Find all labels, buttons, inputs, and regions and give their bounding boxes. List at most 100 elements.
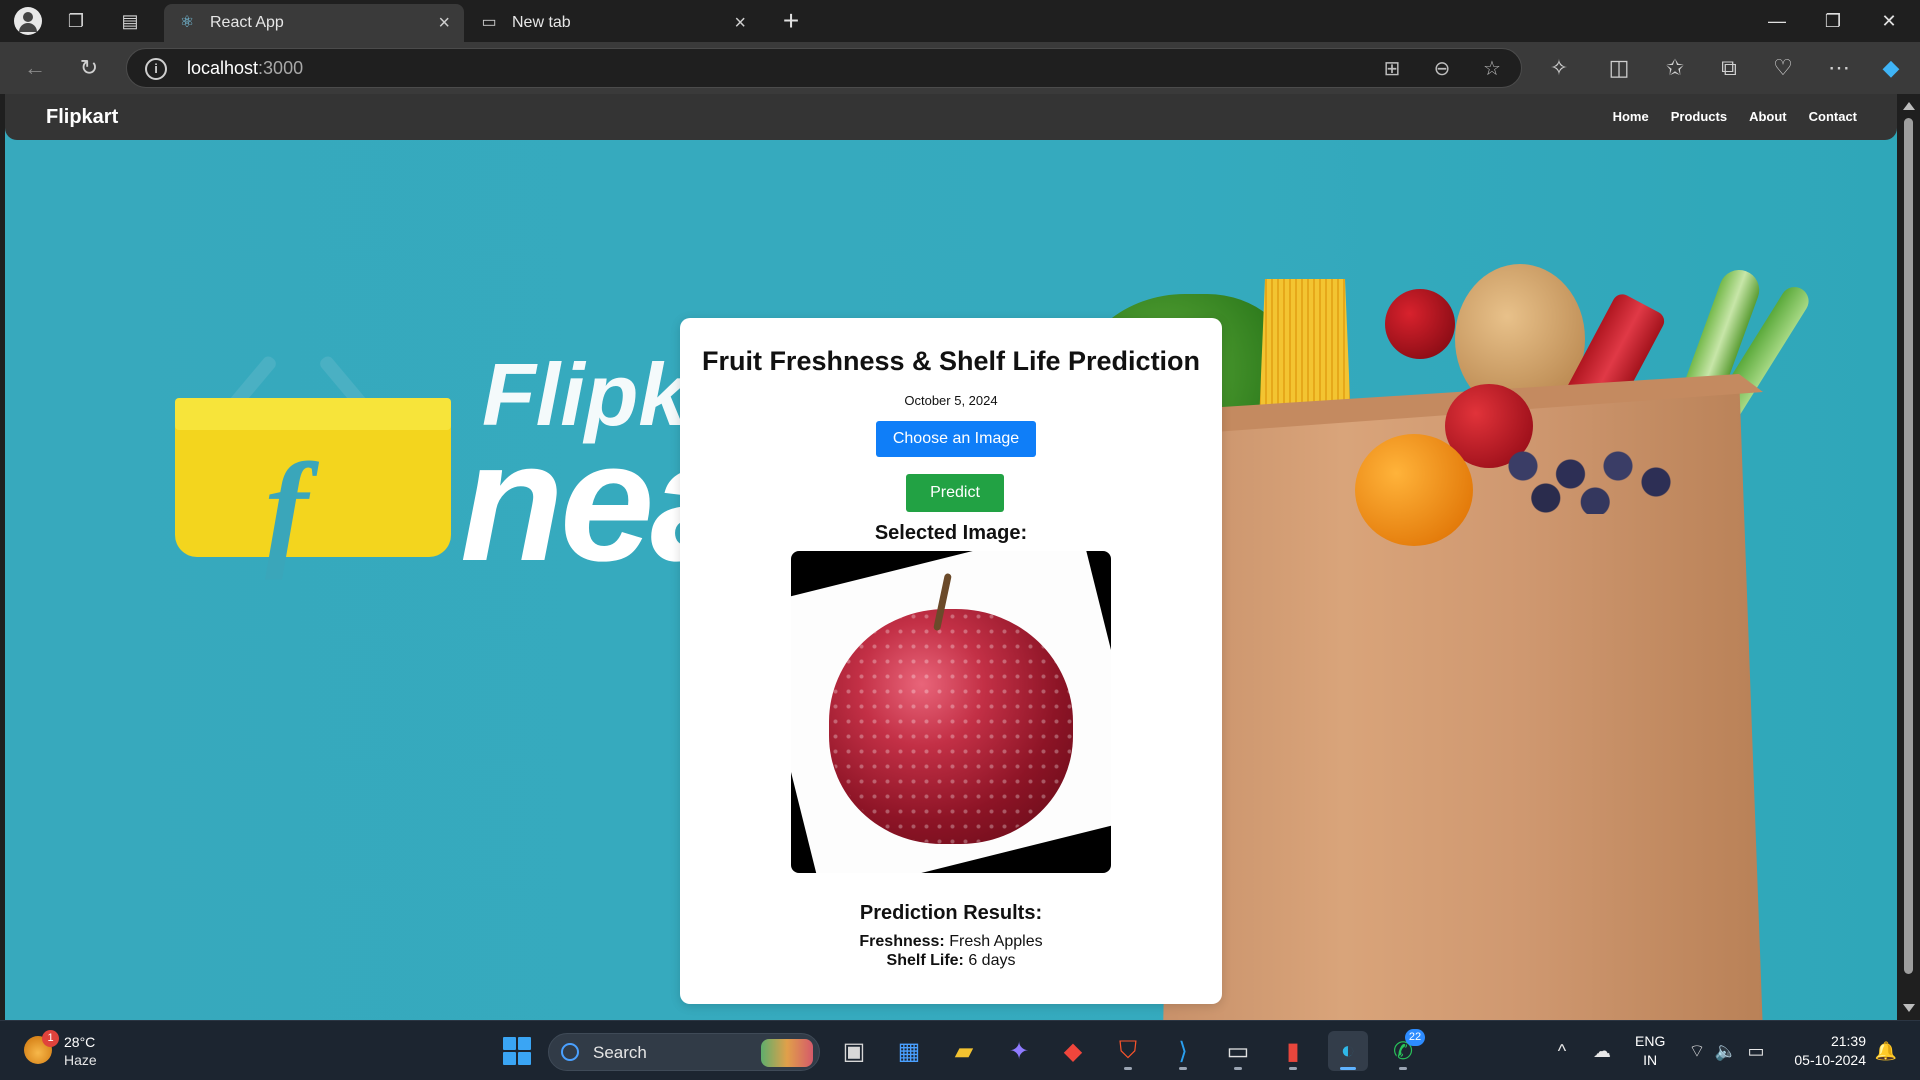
office-app-icon[interactable]: ▮ <box>1273 1031 1313 1071</box>
taskbar-search[interactable]: Search <box>548 1033 820 1071</box>
react-icon: ⚛ <box>179 14 195 31</box>
clock-time: 21:39 <box>1830 1033 1866 1049</box>
water-droplets <box>829 609 1073 844</box>
tab-react-app[interactable]: ⚛ React App × <box>164 4 464 42</box>
choose-image-button[interactable]: Choose an Image <box>876 421 1036 457</box>
running-indicator <box>1289 1067 1297 1070</box>
freshness-result: Freshness: Fresh Apples <box>680 933 1222 951</box>
app-available-icon[interactable]: ⊞ <box>1379 57 1405 81</box>
app-red-diamond-icon[interactable]: ◆ <box>1053 1031 1093 1071</box>
nav-link-about[interactable]: About <box>1749 109 1787 124</box>
terminal-icon[interactable]: ▭ <box>1218 1031 1258 1071</box>
wifi-icon[interactable]: ⌔ <box>1685 1039 1709 1063</box>
tab-strip: ❐ ▤ ⚛ React App × ▭ New tab × + — ❐ ✕ <box>0 0 1920 42</box>
edge-browser-icon[interactable]: ◐ <box>1328 1031 1368 1071</box>
selected-image-preview <box>791 551 1111 873</box>
system-clock[interactable]: 21:39 05-10-2024 <box>1786 1032 1866 1070</box>
windows-start-icon <box>503 1037 531 1065</box>
nav-link-home[interactable]: Home <box>1613 109 1649 124</box>
workspaces-icon[interactable]: ❐ <box>62 7 90 35</box>
favorites-icon[interactable]: ✩ <box>1660 53 1690 83</box>
url-port: :3000 <box>258 58 304 78</box>
grapes-image <box>1485 434 1675 514</box>
input-language[interactable]: ENG IN <box>1635 1032 1665 1070</box>
tab-title: React App <box>210 14 284 31</box>
orange-image <box>1355 434 1473 546</box>
shelf-life-result: Shelf Life: 6 days <box>680 952 1222 970</box>
zoom-out-icon[interactable]: ⊖ <box>1429 57 1455 81</box>
restore-icon[interactable]: ❐ <box>1810 6 1856 36</box>
predict-button[interactable]: Predict <box>906 474 1004 512</box>
weather-widget[interactable]: 1 28°C Haze <box>22 1030 142 1072</box>
search-label: Search <box>593 1043 647 1062</box>
basket-f-glyph: f <box>265 437 309 581</box>
nav-link-products[interactable]: Products <box>1671 109 1727 124</box>
site-info-icon[interactable]: i <box>145 58 167 80</box>
copilot-icon[interactable]: ◆ <box>1876 53 1906 83</box>
results-heading: Prediction Results: <box>859 902 1043 924</box>
copilot-app-icon[interactable]: ✦ <box>999 1031 1039 1071</box>
nav-link-contact[interactable]: Contact <box>1809 109 1857 124</box>
new-tab-button[interactable]: + <box>776 5 806 37</box>
start-button[interactable] <box>497 1031 537 1071</box>
more-menu-icon[interactable]: ⋯ <box>1824 53 1854 83</box>
current-date: October 5, 2024 <box>904 393 998 408</box>
collections-icon[interactable]: ⧉ <box>1714 53 1744 83</box>
tomato-image <box>1385 289 1455 359</box>
whatsapp-icon[interactable]: ✆ 22 <box>1383 1029 1425 1071</box>
close-tab-icon[interactable]: × <box>734 12 746 35</box>
profile-icon[interactable] <box>14 7 42 35</box>
running-indicator <box>1179 1067 1187 1070</box>
running-indicator <box>1340 1067 1356 1070</box>
back-icon[interactable]: ← <box>20 53 50 83</box>
search-icon <box>561 1043 579 1061</box>
refresh-icon[interactable]: ↻ <box>74 53 104 83</box>
basket-rim <box>175 398 451 430</box>
browser-essentials-icon[interactable]: ♡ <box>1768 53 1798 83</box>
battery-icon[interactable]: ▭ <box>1744 1039 1768 1063</box>
minimize-icon[interactable]: — <box>1754 6 1800 36</box>
weather-alert-badge: 1 <box>42 1030 59 1047</box>
freshness-value: Fresh Apples <box>949 933 1043 950</box>
scroll-thumb[interactable] <box>1904 118 1913 974</box>
browser-window: ❐ ▤ ⚛ React App × ▭ New tab × + — ❐ ✕ ← … <box>0 0 1920 1020</box>
page-scrollbar[interactable] <box>1897 94 1920 1020</box>
chevron-up-icon[interactable]: ^ <box>1550 1039 1574 1063</box>
file-explorer-icon[interactable]: ▰ <box>944 1031 984 1071</box>
notification-bell-icon[interactable]: 🔔 <box>1874 1039 1898 1063</box>
address-bar[interactable]: i localhost:3000 ⊞ ⊖ ☆ <box>126 48 1522 88</box>
prediction-card: Fruit Freshness & Shelf Life Prediction … <box>680 318 1222 1004</box>
page-title: Fruit Freshness & Shelf Life Prediction <box>701 346 1201 376</box>
app-nav-links: Home Products About Contact <box>1613 109 1857 124</box>
split-screen-icon[interactable]: ◫ <box>1604 53 1634 83</box>
scroll-down-icon[interactable] <box>1903 1004 1915 1012</box>
tab-new-tab[interactable]: ▭ New tab × <box>466 4 760 42</box>
url-host: localhost <box>187 58 259 78</box>
windows-taskbar: 1 28°C Haze Search ▣ ▦ ▰ ✦ ◆ ⛉ ⟩ ▭ ▮ ◐ ✆… <box>0 1020 1920 1080</box>
close-window-icon[interactable]: ✕ <box>1866 6 1912 36</box>
extensions-icon[interactable]: ✧ <box>1544 53 1574 83</box>
freshness-label: Freshness: <box>859 933 945 950</box>
whatsapp-unread-badge: 22 <box>1405 1029 1425 1046</box>
task-view-button[interactable]: ▣ <box>834 1031 874 1071</box>
weather-temperature: 28°C <box>64 1034 96 1050</box>
brave-browser-icon[interactable]: ⛉ <box>1108 1031 1148 1071</box>
selected-image-heading: Selected Image: <box>874 522 1028 544</box>
favorite-star-icon[interactable]: ☆ <box>1479 57 1505 81</box>
url-text[interactable]: localhost:3000 <box>187 58 303 79</box>
vscode-icon[interactable]: ⟩ <box>1163 1031 1203 1071</box>
tab-title: New tab <box>512 14 571 31</box>
close-tab-icon[interactable]: × <box>438 12 450 35</box>
app-navbar: Flipkart Home Products About Contact <box>5 94 1897 140</box>
shelf-life-label: Shelf Life: <box>886 952 964 969</box>
scroll-up-icon[interactable] <box>1903 102 1915 110</box>
vertical-tabs-icon[interactable]: ▤ <box>116 7 144 35</box>
app-brand[interactable]: Flipkart <box>46 106 118 129</box>
running-indicator <box>1124 1067 1132 1070</box>
onedrive-offline-icon[interactable]: ☁ <box>1590 1039 1614 1063</box>
volume-icon[interactable]: 🔈 <box>1714 1039 1738 1063</box>
search-highlight-art <box>761 1039 813 1067</box>
weather-condition: Haze <box>64 1052 97 1068</box>
microsoft-store-icon[interactable]: ▦ <box>889 1031 929 1071</box>
browser-toolbar: ← ↻ i localhost:3000 ⊞ ⊖ ☆ ✧ ◫ ✩ ⧉ ♡ ⋯ ◆ <box>0 42 1920 94</box>
